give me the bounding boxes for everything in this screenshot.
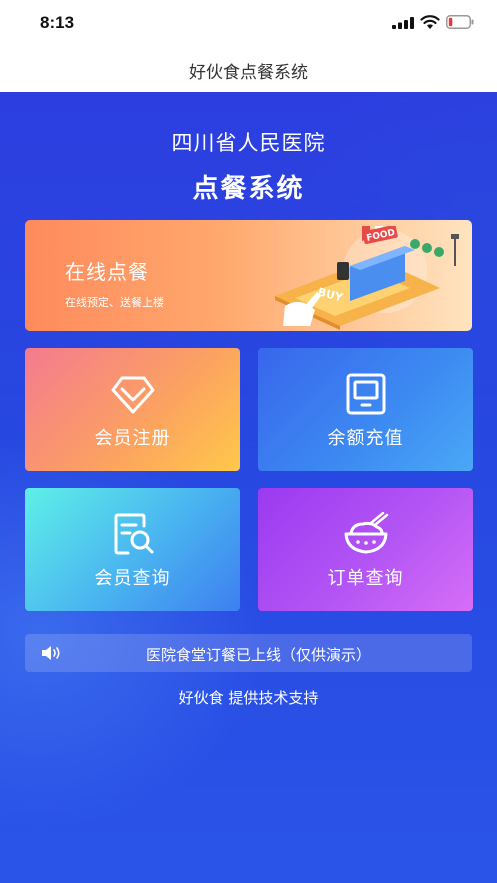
notice-bar[interactable]: 医院食堂订餐已上线（仅供演示）	[25, 634, 472, 672]
status-bar: 8:13	[0, 0, 497, 44]
food-shop-illustration-icon: BUY FOOD	[275, 226, 459, 330]
banner-title: 在线点餐	[65, 260, 149, 284]
home-main: 四川省人民医院 点餐系统 在线点餐 在线预定、送餐上楼 BUY FOOD 会员注…	[0, 92, 497, 883]
hospital-name: 四川省人民医院	[171, 131, 326, 155]
online-order-banner[interactable]: 在线点餐 在线预定、送餐上楼 BUY FOOD	[25, 220, 472, 331]
member-query-label: 会员查询	[94, 568, 171, 589]
member-register-tile[interactable]: 会员注册	[25, 348, 240, 471]
member-query-tile[interactable]: 会员查询	[25, 488, 240, 611]
order-query-label: 订单查询	[327, 568, 404, 589]
wifi-icon	[420, 15, 440, 29]
cellular-signal-icon	[392, 17, 414, 29]
system-title: 点餐系统	[192, 174, 305, 204]
diamond-icon	[111, 376, 154, 414]
balance-recharge-label: 余额充值	[327, 428, 404, 449]
order-query-tile[interactable]: 订单查询	[258, 488, 473, 611]
battery-low-icon	[446, 15, 474, 29]
search-document-icon	[114, 513, 153, 555]
rice-bowl-icon	[344, 512, 388, 554]
balance-recharge-tile[interactable]: 余额充值	[258, 348, 473, 471]
notice-text: 医院食堂订餐已上线（仅供演示）	[145, 646, 371, 664]
tech-support-footer: 好伙食 提供技术支持	[178, 689, 319, 707]
nav-bar: 好伙食点餐系统	[0, 44, 497, 93]
banner-subtitle: 在线预定、送餐上楼	[65, 296, 164, 309]
card-icon	[346, 373, 385, 415]
status-time: 8:13	[40, 13, 75, 32]
nav-title: 好伙食点餐系统	[189, 63, 308, 83]
member-register-label: 会员注册	[94, 428, 171, 449]
